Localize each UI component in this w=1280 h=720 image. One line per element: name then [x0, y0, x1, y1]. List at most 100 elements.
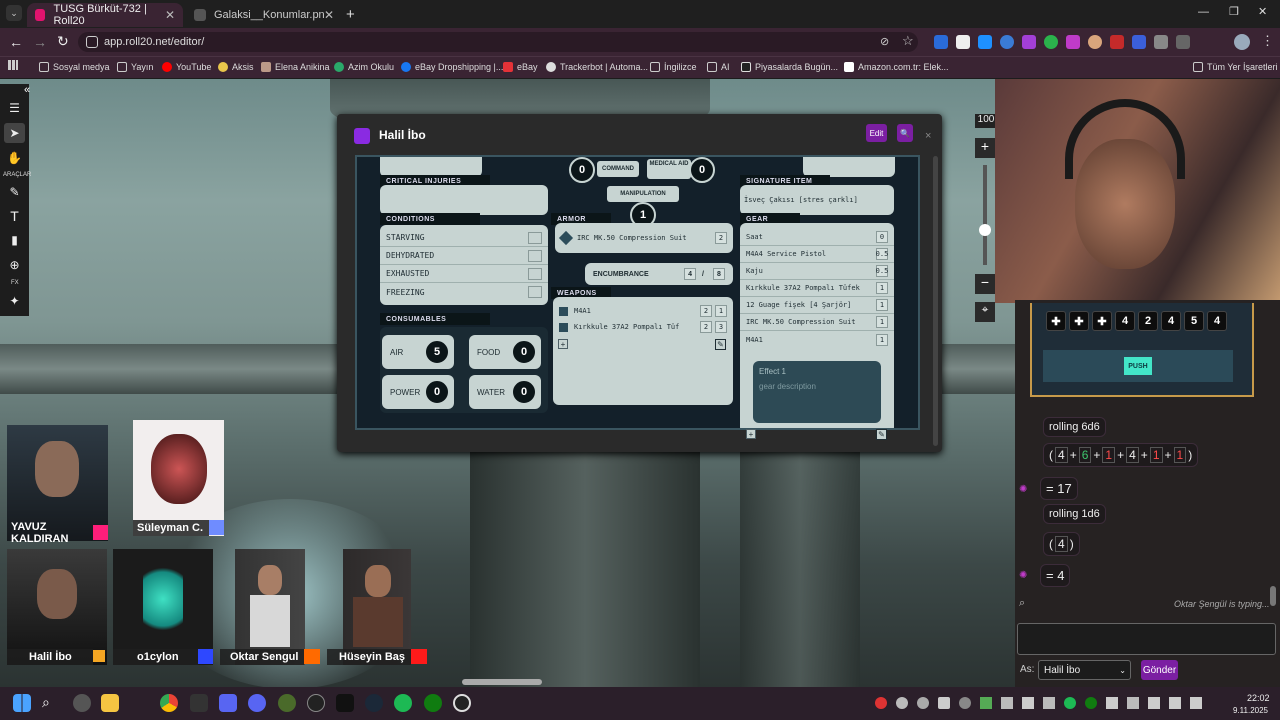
extension-icon[interactable]: [1044, 35, 1058, 49]
chat-scrollbar[interactable]: [1270, 586, 1276, 606]
horizontal-scrollbar[interactable]: [462, 679, 542, 685]
taskbar-app-icon[interactable]: [190, 694, 208, 712]
center-target-icon[interactable]: ⌖: [975, 302, 995, 322]
extension-icon[interactable]: [1000, 35, 1014, 49]
chat-search-icon[interactable]: ⌕: [1019, 597, 1025, 610]
steam-icon[interactable]: [365, 694, 383, 712]
bookmark-item[interactable]: Sosyal medya: [39, 60, 110, 74]
spotify-icon[interactable]: [394, 694, 412, 712]
bookmark-item[interactable]: Piyasalarda Bugün...: [741, 60, 838, 74]
tab-galaksi[interactable]: Galaksi__Konumlar.png (2970× ✕: [186, 3, 342, 27]
bookmark-star-icon[interactable]: ☆: [902, 33, 914, 49]
tray-icon[interactable]: [959, 697, 971, 709]
weapon-row[interactable]: M4A1 2 1: [553, 303, 733, 319]
tray-icon[interactable]: [980, 697, 992, 709]
microphone-icon[interactable]: [1148, 697, 1160, 709]
site-info-icon[interactable]: [86, 36, 98, 48]
chat-input[interactable]: [1017, 623, 1276, 655]
taskbar-app-icon[interactable]: [73, 694, 91, 712]
gear-row[interactable]: IRC MK.50 Compression Suit 1: [740, 314, 894, 331]
edit-button[interactable]: Edit: [866, 124, 887, 142]
xbox-icon[interactable]: [424, 694, 442, 712]
forward-icon[interactable]: →: [33, 34, 47, 50]
gear-row[interactable]: Kaju 0.5: [740, 263, 894, 280]
taskbar-app-icon[interactable]: [278, 694, 296, 712]
tray-icon[interactable]: [875, 697, 887, 709]
zoom-slider[interactable]: [983, 165, 987, 265]
zoom-in-button[interactable]: +: [975, 138, 995, 158]
extensions-puzzle-icon[interactable]: [1176, 35, 1190, 49]
gear-row[interactable]: Saat 0: [740, 229, 894, 246]
edit-gear-icon[interactable]: ✎: [876, 429, 887, 440]
tab-list-button[interactable]: ⌄: [6, 5, 22, 21]
player-avatar-huseyin[interactable]: Hüseyin Baş: [327, 549, 427, 665]
player-avatar-halil[interactable]: Halil İbo: [7, 549, 107, 665]
consumable-value[interactable]: 0: [511, 379, 537, 405]
network-icon[interactable]: [1169, 697, 1181, 709]
bookmark-item[interactable]: Elena Anikina: [261, 60, 330, 74]
edit-weapons-icon[interactable]: ✎: [715, 339, 726, 350]
bookmark-item[interactable]: YouTube: [162, 60, 211, 74]
extension-icon[interactable]: [934, 35, 948, 49]
tray-icon[interactable]: [1064, 697, 1076, 709]
tray-icon[interactable]: [1022, 697, 1034, 709]
chrome-icon[interactable]: [160, 694, 178, 712]
armor-row[interactable]: IRC MK.50 Compression Suit 2: [555, 223, 733, 253]
bookmark-item[interactable]: eBay: [503, 60, 538, 74]
fx-label[interactable]: FX: [11, 280, 19, 286]
epic-games-icon[interactable]: [336, 694, 354, 712]
collapse-arrow-icon[interactable]: «: [24, 84, 30, 96]
bookmark-item[interactable]: İngilizce: [650, 60, 697, 74]
profile-avatar[interactable]: [1234, 34, 1250, 50]
minimize-icon[interactable]: —: [1198, 6, 1209, 18]
close-dialog-icon[interactable]: ×: [925, 130, 931, 142]
consumable-value[interactable]: 5: [424, 339, 450, 365]
draw-brush-icon[interactable]: ✎: [4, 182, 25, 202]
send-button[interactable]: Gönder: [1141, 660, 1178, 680]
add-gear-button[interactable]: +: [746, 429, 756, 439]
select-tool-icon[interactable]: ➤: [4, 123, 25, 143]
camera-blocked-icon[interactable]: ⊘: [880, 35, 889, 48]
gear-row[interactable]: Kırkkule 37A2 Pompalı Tüfek 1: [740, 280, 894, 297]
zoom-slider-handle[interactable]: [979, 224, 991, 236]
player-avatar-yavuz[interactable]: YAVUZ KALDIRAN: [7, 425, 108, 545]
condition-checkbox[interactable]: [528, 249, 542, 262]
map-layer-icon[interactable]: ⊕: [4, 255, 25, 275]
signature-item[interactable]: İsveç Çakısı [stres çarklı]: [740, 185, 894, 215]
close-tab-icon[interactable]: ✕: [324, 8, 334, 22]
add-weapon-button[interactable]: +: [558, 339, 568, 349]
tray-icon[interactable]: [1001, 697, 1013, 709]
search-icon[interactable]: 🔍: [897, 124, 913, 142]
player-avatar-o1cylon[interactable]: o1cylon: [113, 549, 213, 665]
condition-checkbox[interactable]: [528, 286, 542, 298]
ruler-icon[interactable]: ▮: [4, 230, 25, 250]
player-avatar-suleyman[interactable]: Süleyman C.: [133, 420, 224, 536]
browser-menu-icon[interactable]: ⋮: [1261, 33, 1274, 49]
bookmark-item[interactable]: Aksis: [218, 60, 254, 74]
file-explorer-icon[interactable]: [101, 694, 119, 712]
consumable-value[interactable]: 0: [511, 339, 537, 365]
extension-icon[interactable]: [956, 35, 970, 49]
weapon-row[interactable]: Kırkkule 37A2 Pompalı Tüf 2 3: [553, 319, 733, 335]
extension-icon[interactable]: [978, 35, 992, 49]
bookmark-item[interactable]: Yayın: [117, 60, 153, 74]
obs-icon[interactable]: [453, 694, 471, 712]
bookmark-item[interactable]: Amazon.com.tr: Elek...: [844, 60, 949, 74]
tray-icon[interactable]: [917, 697, 929, 709]
text-tool-icon[interactable]: T: [4, 206, 25, 226]
tray-icon[interactable]: [896, 697, 908, 709]
clock-time[interactable]: 22:02: [1247, 693, 1270, 703]
extension-icon[interactable]: [1132, 35, 1146, 49]
back-icon[interactable]: ←: [9, 34, 23, 50]
sheet-scrollbar[interactable]: [933, 156, 938, 446]
pan-hand-icon[interactable]: ✋: [4, 148, 25, 168]
new-tab-button[interactable]: +: [346, 6, 355, 23]
tab-roll20[interactable]: TUSG Bürküt-732 | Roll20 ✕: [27, 3, 183, 27]
extension-icon[interactable]: [1088, 35, 1102, 49]
condition-checkbox[interactable]: [528, 231, 542, 244]
tray-icon[interactable]: [1085, 697, 1097, 709]
url-input[interactable]: app.roll20.net/editor/: [78, 32, 918, 52]
gear-description-box[interactable]: Effect 1 gear description: [753, 361, 881, 423]
menu-icon[interactable]: ☰: [4, 98, 25, 118]
gear-row[interactable]: M4A4 Service Pistol 0.5: [740, 246, 894, 263]
